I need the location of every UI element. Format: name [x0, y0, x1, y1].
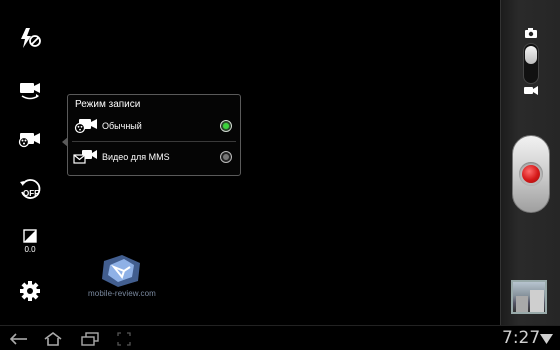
- home-button[interactable]: [42, 330, 64, 348]
- recent-apps-icon: [81, 332, 99, 346]
- recording-mode-icon: [18, 133, 40, 148]
- screenshot-icon: [117, 332, 131, 346]
- timer-off-icon: OFF: [20, 179, 41, 199]
- option-mms[interactable]: Видео для MMS: [68, 144, 240, 170]
- clock: 7:27: [502, 328, 541, 348]
- option-normal-label: Обычный: [102, 121, 142, 131]
- record-icon: [522, 165, 540, 183]
- popup-title: Режим записи: [75, 99, 141, 110]
- camera-video-mode-switch[interactable]: [521, 26, 541, 96]
- mode-switch-knob[interactable]: [525, 46, 537, 64]
- screenshot-button[interactable]: [113, 330, 135, 348]
- flash-off-button[interactable]: [17, 25, 43, 51]
- option-mms-label: Видео для MMS: [102, 152, 170, 162]
- timer-button[interactable]: OFF: [17, 177, 43, 203]
- video-mms-icon: [73, 150, 97, 164]
- option-normal[interactable]: Обычный: [68, 113, 240, 139]
- popup-divider: [72, 141, 236, 142]
- exposure-icon: 0.0: [23, 229, 37, 254]
- recent-apps-button[interactable]: [79, 330, 101, 348]
- right-control-panel: [500, 0, 560, 325]
- system-navigation-bar: 7:27: [0, 325, 560, 350]
- settings-gear-icon: [20, 281, 40, 301]
- video-camera-normal-icon: [74, 119, 97, 134]
- back-button[interactable]: [8, 330, 30, 348]
- mode-switch-track[interactable]: [523, 43, 539, 84]
- record-button-ring: [519, 162, 543, 186]
- switch-camera-button[interactable]: [17, 76, 43, 102]
- exposure-value: 0.0: [24, 245, 36, 254]
- camera-icon: [525, 28, 537, 38]
- option-mms-radio[interactable]: [220, 151, 232, 163]
- video-icon: [524, 86, 538, 95]
- timer-off-label: OFF: [23, 189, 39, 198]
- watermark-text: mobile-review.com: [88, 289, 156, 298]
- back-arrow-icon: [10, 333, 27, 345]
- left-toolbar: OFF 0.0: [12, 0, 48, 325]
- settings-button[interactable]: [17, 278, 43, 304]
- switch-camera-icon: [20, 83, 40, 100]
- recording-mode-popup: Режим записи Обычный Видео для MMS: [62, 94, 241, 176]
- flash-off-icon: [21, 28, 41, 48]
- last-capture-thumbnail[interactable]: [511, 280, 547, 314]
- watermark: mobile-review.com: [88, 253, 158, 301]
- recording-mode-button[interactable]: [17, 126, 43, 152]
- exposure-button[interactable]: 0.0: [17, 228, 43, 254]
- signal-strength-icon: [540, 334, 553, 344]
- record-button[interactable]: [512, 135, 550, 213]
- home-icon: [44, 332, 62, 346]
- option-normal-radio[interactable]: [220, 120, 232, 132]
- watermark-logo-icon: [102, 255, 140, 287]
